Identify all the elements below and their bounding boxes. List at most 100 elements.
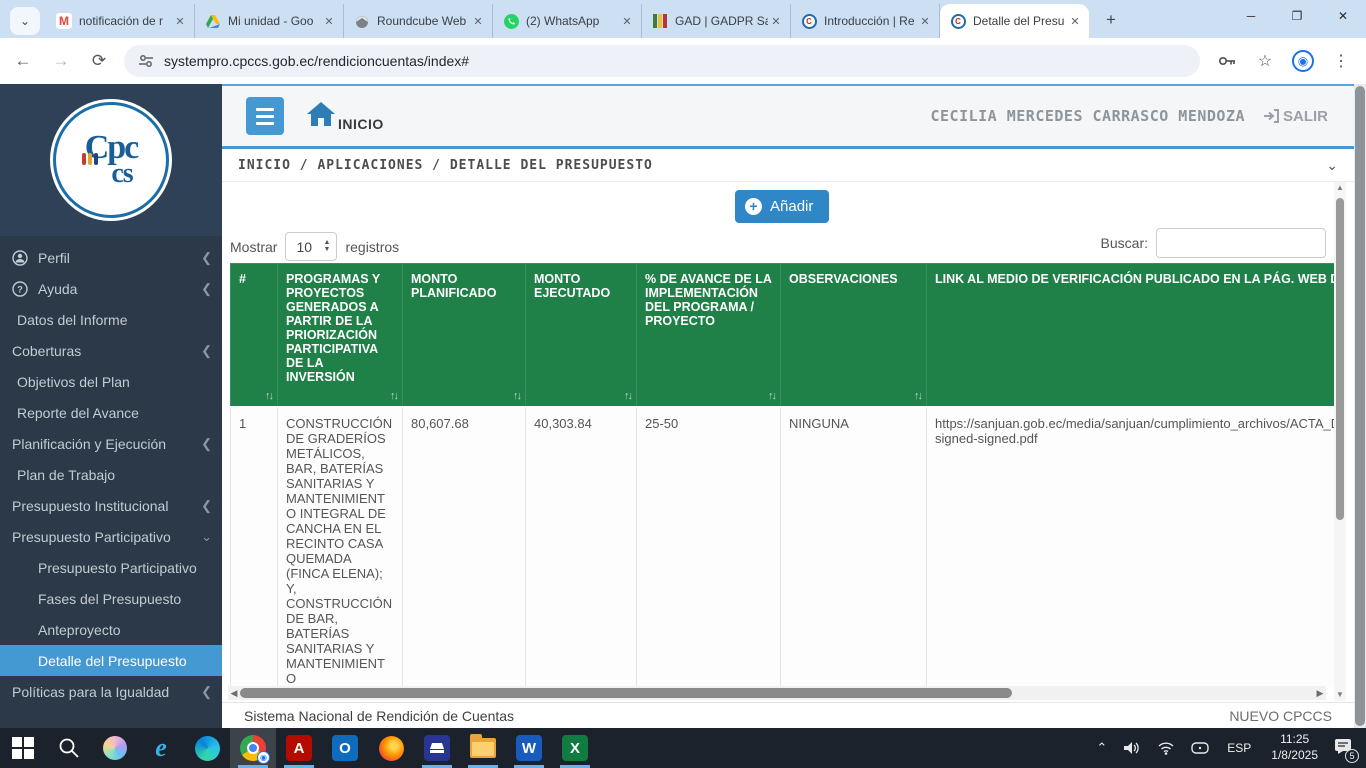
browser-tab-introduccion[interactable]: C Introducción | Re ✕ <box>791 4 940 38</box>
column-header-monto-planificado[interactable]: MONTO PLANIFICADO↑↓ <box>403 264 526 408</box>
maximize-button[interactable]: ❐ <box>1274 0 1320 32</box>
profile-avatar-icon[interactable]: ◉ <box>1290 48 1316 74</box>
taskbar-acrobat-button[interactable]: A <box>276 728 322 768</box>
taskbar-word-button[interactable]: W <box>506 728 552 768</box>
sidebar-item-presupuesto-participativo[interactable]: Presupuesto Participativo ⌄ <box>0 521 222 552</box>
tab-close-icon[interactable]: ✕ <box>619 13 635 29</box>
sidebar-item-perfil[interactable]: Perfil ❮ <box>0 242 222 273</box>
vertical-scrollbar[interactable]: ▲ ▼ <box>1334 182 1346 701</box>
sidebar-item-datos-del-informe[interactable]: Datos del Informe <box>0 304 222 335</box>
sort-icon: ↑↓ <box>768 390 775 402</box>
start-button[interactable] <box>0 728 46 768</box>
chevron-down-icon: ⌄ <box>198 529 212 545</box>
sidebar-item-coberturas[interactable]: Coberturas ❮ <box>0 335 222 366</box>
sidebar-item-fases-del-presupuesto[interactable]: Fases del Presupuesto <box>0 583 222 614</box>
password-key-icon[interactable] <box>1214 48 1240 74</box>
clock[interactable]: 11:25 1/8/2025 <box>1271 732 1318 763</box>
tab-close-icon[interactable]: ✕ <box>1067 13 1083 29</box>
browser-tab-whatsapp[interactable]: (2) WhatsApp ✕ <box>493 4 642 38</box>
language-indicator[interactable]: ESP <box>1227 741 1251 755</box>
taskbar-chrome-button[interactable]: ◉ <box>230 728 276 768</box>
taskbar-scanner-button[interactable] <box>414 728 460 768</box>
taskbar-edge-button[interactable] <box>184 728 230 768</box>
taskbar-internet-explorer-button[interactable]: e <box>138 728 184 768</box>
scroll-down-icon[interactable]: ▼ <box>1334 689 1346 701</box>
taskbar-outlook-button[interactable]: O <box>322 728 368 768</box>
chevron-left-icon: ❮ <box>198 250 212 266</box>
tab-close-icon[interactable]: ✕ <box>768 13 784 29</box>
minimize-button[interactable]: ─ <box>1228 0 1274 32</box>
forward-button[interactable]: → <box>46 46 76 76</box>
sidebar-item-objetivos-del-plan[interactable]: Objetivos del Plan <box>0 366 222 397</box>
browser-tab-detalle-presupuesto[interactable]: C Detalle del Presu ✕ <box>940 4 1089 38</box>
tab-close-icon[interactable]: ✕ <box>172 13 188 29</box>
cpccs-logo: Cpc cs <box>53 102 169 218</box>
browser-menu-icon[interactable]: ⋮ <box>1328 48 1354 74</box>
taskbar-firefox-button[interactable] <box>368 728 414 768</box>
tray-date: 1/8/2025 <box>1271 748 1318 762</box>
logout-button[interactable]: SALIR <box>1263 108 1328 125</box>
cell-avance: 25-50 <box>637 407 781 686</box>
sidebar-item-presupuesto-institucional[interactable]: Presupuesto Institucional ❮ <box>0 490 222 521</box>
sidebar-item-ayuda[interactable]: ? Ayuda ❮ <box>0 273 222 304</box>
address-bar[interactable]: systempro.cpccs.gob.ec/rendicioncuentas/… <box>124 45 1200 77</box>
browser-tab-drive[interactable]: Mi unidad - Goo ✕ <box>195 4 344 38</box>
add-button[interactable]: + Añadir <box>735 190 829 223</box>
browser-scrollbar[interactable] <box>1354 84 1366 728</box>
site-header: INICIO CECILIA MERCEDES CARRASCO MENDOZA… <box>222 86 1354 149</box>
roundcube-icon <box>354 13 370 29</box>
browser-tab-gmail[interactable]: M notificación de r ✕ <box>46 4 195 38</box>
new-tab-button[interactable]: + <box>1097 6 1125 34</box>
browser-scroll-thumb[interactable] <box>1355 86 1365 726</box>
word-icon: W <box>516 735 542 761</box>
tab-close-icon[interactable]: ✕ <box>321 13 337 29</box>
home-link[interactable]: INICIO <box>306 101 384 132</box>
notification-center-button[interactable]: 5 <box>1334 738 1352 759</box>
volume-icon[interactable] <box>1123 740 1141 756</box>
column-header-programas[interactable]: PROGRAMAS Y PROYECTOS GENERADOS A PARTIR… <box>278 264 403 408</box>
gad-icon <box>652 13 668 29</box>
logout-icon <box>1263 109 1279 123</box>
column-header-monto-ejecutado[interactable]: MONTO EJECUTADO↑↓ <box>526 264 637 408</box>
scroll-left-icon[interactable]: ◀ <box>228 688 240 699</box>
back-button[interactable]: ← <box>8 46 38 76</box>
collapse-panel-icon[interactable]: ⌄ <box>1326 157 1338 174</box>
sidebar-item-detalle-del-presupuesto[interactable]: Detalle del Presupuesto <box>0 645 222 676</box>
sidebar-item-reporte-del-avance[interactable]: Reporte del Avance <box>0 397 222 428</box>
close-button[interactable]: ✕ <box>1320 0 1366 32</box>
horizontal-scroll-thumb[interactable] <box>240 688 1012 698</box>
column-header-observaciones[interactable]: OBSERVACIONES↑↓ <box>781 264 927 408</box>
sidebar-item-presupuesto-participativo-sub[interactable]: Presupuesto Participativo <box>0 552 222 583</box>
horizontal-scrollbar[interactable]: ◀ ▶ <box>228 686 1326 700</box>
taskbar-search-button[interactable] <box>46 728 92 768</box>
browser-tab-roundcube[interactable]: Roundcube Web ✕ <box>344 4 493 38</box>
page-size-select[interactable]: 10 ▲▼ <box>285 232 337 261</box>
sidebar-item-politicas-para-la-igualdad[interactable]: Políticas para la Igualdad ❮ <box>0 676 222 707</box>
taskbar-file-explorer-button[interactable] <box>460 728 506 768</box>
taskbar-copilot-button[interactable] <box>92 728 138 768</box>
meet-now-icon[interactable] <box>1191 741 1209 755</box>
acrobat-icon: A <box>286 735 312 761</box>
tray-expand-icon[interactable]: ⌃ <box>1096 740 1107 756</box>
vertical-scroll-thumb[interactable] <box>1336 198 1344 520</box>
sidebar-item-plan-de-trabajo[interactable]: Plan de Trabajo <box>0 459 222 490</box>
site-settings-icon[interactable] <box>138 53 154 69</box>
table-header-row: #↑↓ PROGRAMAS Y PROYECTOS GENERADOS A PA… <box>231 264 1335 408</box>
bookmark-star-icon[interactable]: ☆ <box>1252 48 1278 74</box>
tab-search-button[interactable]: ⌄ <box>10 7 40 35</box>
sidebar-item-planificacion-y-ejecucion[interactable]: Planificación y Ejecución ❮ <box>0 428 222 459</box>
tab-close-icon[interactable]: ✕ <box>470 13 486 29</box>
column-header-avance[interactable]: % DE AVANCE DE LA IMPLEMENTACIÓN DEL PRO… <box>637 264 781 408</box>
column-header-link[interactable]: LINK AL MEDIO DE VERIFICACIÓN PUBLICADO … <box>927 264 1335 408</box>
tab-close-icon[interactable]: ✕ <box>917 13 933 29</box>
reload-button[interactable]: ⟳ <box>84 46 114 76</box>
browser-tab-gad[interactable]: GAD | GADPR Sa ✕ <box>642 4 791 38</box>
hamburger-menu-button[interactable] <box>246 97 284 135</box>
scroll-right-icon[interactable]: ▶ <box>1314 688 1326 699</box>
search-input[interactable] <box>1156 228 1326 258</box>
wifi-icon[interactable] <box>1157 741 1175 755</box>
taskbar-excel-button[interactable]: X <box>552 728 598 768</box>
sidebar-item-anteproyecto[interactable]: Anteproyecto <box>0 614 222 645</box>
column-header-num[interactable]: #↑↓ <box>231 264 278 408</box>
scroll-up-icon[interactable]: ▲ <box>1334 182 1346 194</box>
